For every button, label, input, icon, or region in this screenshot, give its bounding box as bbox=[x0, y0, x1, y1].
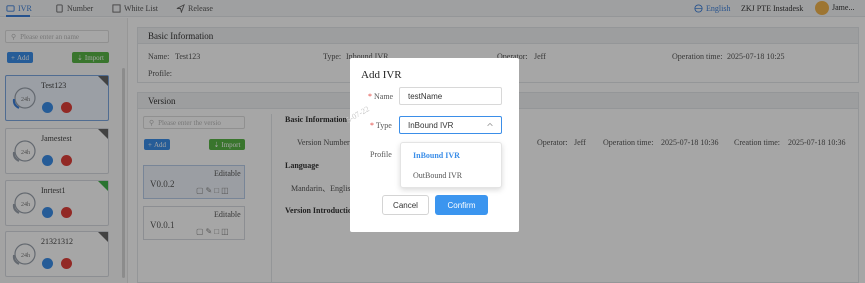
confirm-button[interactable]: Confirm bbox=[435, 195, 488, 215]
cancel-button[interactable]: Cancel bbox=[382, 195, 429, 215]
confirm-label: Confirm bbox=[447, 200, 476, 210]
option-outbound-ivr[interactable]: OutBound IVR bbox=[413, 171, 462, 180]
chevron-up-icon bbox=[487, 122, 493, 127]
option-inbound-ivr[interactable]: InBound IVR bbox=[413, 151, 460, 160]
type-select[interactable]: InBound IVR bbox=[399, 116, 502, 134]
dialog-type-text: Type bbox=[375, 121, 392, 130]
name-input-value: testName bbox=[408, 91, 443, 101]
name-input[interactable]: testName bbox=[399, 87, 502, 105]
type-dropdown: InBound IVR OutBound IVR bbox=[400, 142, 502, 188]
type-select-value: InBound IVR bbox=[408, 120, 454, 130]
cancel-label: Cancel bbox=[393, 200, 418, 210]
dialog-name-text: Name bbox=[374, 92, 394, 101]
dialog-type-label: * Type bbox=[370, 121, 392, 130]
dialog-name-label: * Name bbox=[368, 92, 394, 101]
dialog-title: Add IVR bbox=[361, 69, 402, 81]
dialog-profile-label: Profile bbox=[370, 150, 392, 159]
